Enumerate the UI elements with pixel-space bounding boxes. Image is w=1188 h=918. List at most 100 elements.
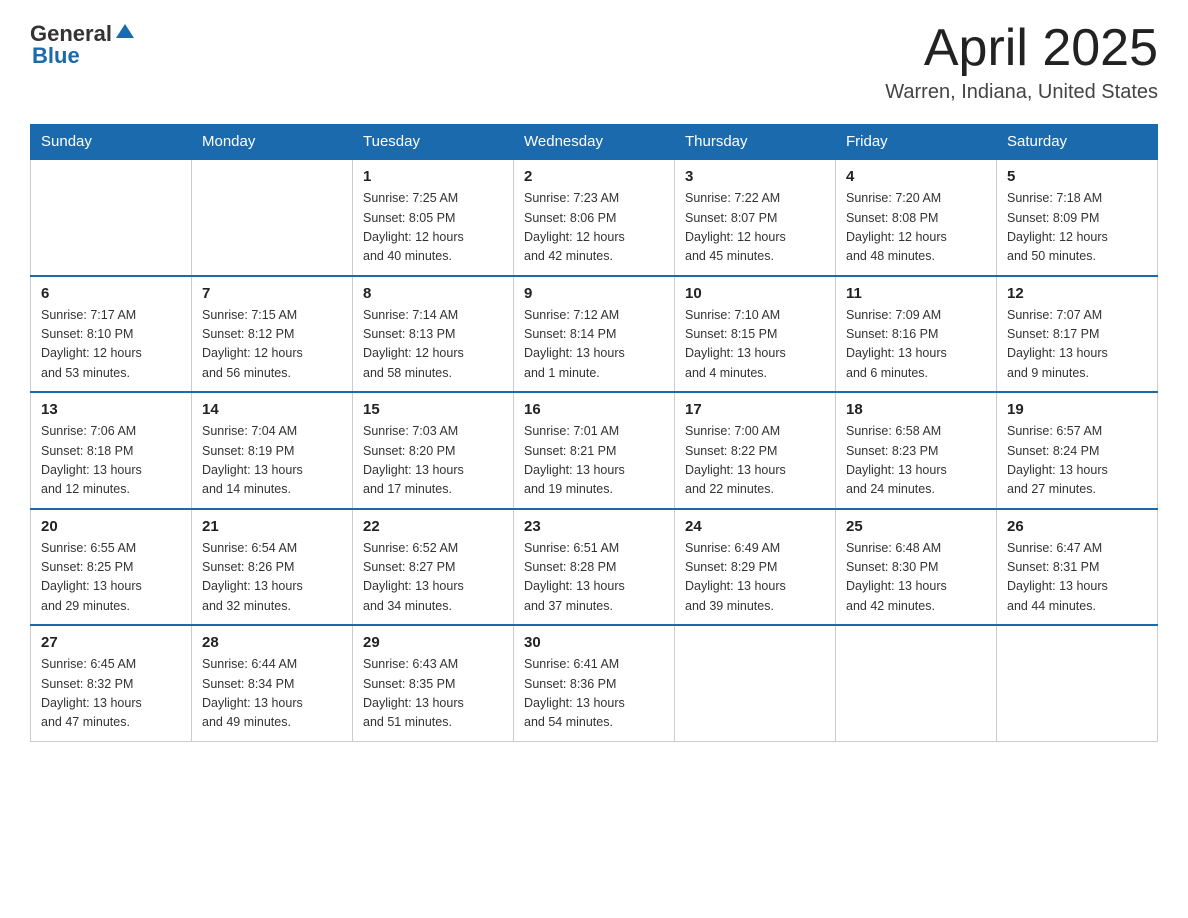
day-number: 4 xyxy=(846,168,986,185)
day-header-wednesday: Wednesday xyxy=(514,125,675,160)
day-number: 28 xyxy=(202,634,342,651)
calendar-cell: 10 Sunrise: 7:10 AMSunset: 8:15 PMDayligh… xyxy=(675,276,836,393)
day-number: 6 xyxy=(41,285,181,302)
calendar-cell: 24Sunrise: 6:49 AMSunset: 8:29 PMDayligh… xyxy=(675,509,836,626)
day-info: Sunrise: 7:07 AMSunset: 8:17 PMDaylight:… xyxy=(1007,306,1147,384)
day-info: Sunrise: 6:41 AMSunset: 8:36 PMDaylight:… xyxy=(524,655,664,733)
calendar-cell: 11Sunrise: 7:09 AMSunset: 8:16 PMDayligh… xyxy=(836,276,997,393)
day-info: Sunrise: 7:14 AMSunset: 8:13 PMDaylight:… xyxy=(363,306,503,384)
day-info: Sunrise: 6:49 AMSunset: 8:29 PMDaylight:… xyxy=(685,539,825,617)
day-info: Sunrise: 7:09 AMSunset: 8:16 PMDaylight:… xyxy=(846,306,986,384)
calendar-cell: 4Sunrise: 7:20 AMSunset: 8:08 PMDaylight… xyxy=(836,159,997,276)
day-info: Sunrise: 6:44 AMSunset: 8:34 PMDaylight:… xyxy=(202,655,342,733)
day-number: 29 xyxy=(363,634,503,651)
day-number: 26 xyxy=(1007,518,1147,535)
calendar-cell: 5Sunrise: 7:18 AMSunset: 8:09 PMDaylight… xyxy=(997,159,1158,276)
calendar-cell: 23 Sunrise: 6:51 AMSunset: 8:28 PMDayligh… xyxy=(514,509,675,626)
day-info: Sunrise: 6:52 AMSunset: 8:27 PMDaylight:… xyxy=(363,539,503,617)
day-info: Sunrise: 6:51 AMSunset: 8:28 PMDaylight:… xyxy=(524,539,664,617)
month-title: April 2025 xyxy=(885,20,1158,77)
calendar-cell xyxy=(997,625,1158,741)
week-row-2: 6 Sunrise: 7:17 AMSunset: 8:10 PMDaylight… xyxy=(31,276,1158,393)
day-info: Sunrise: 6:58 AMSunset: 8:23 PMDaylight:… xyxy=(846,422,986,500)
calendar-cell: 17Sunrise: 7:00 AMSunset: 8:22 PMDayligh… xyxy=(675,392,836,509)
calendar-cell: 6 Sunrise: 7:17 AMSunset: 8:10 PMDaylight… xyxy=(31,276,192,393)
calendar-cell: 20 Sunrise: 6:55 AMSunset: 8:25 PMDayligh… xyxy=(31,509,192,626)
calendar-cell: 3Sunrise: 7:22 AMSunset: 8:07 PMDaylight… xyxy=(675,159,836,276)
calendar-cell xyxy=(31,159,192,276)
day-number: 21 xyxy=(202,518,342,535)
day-number: 10 xyxy=(685,285,825,302)
calendar-cell: 16 Sunrise: 7:01 AMSunset: 8:21 PMDayligh… xyxy=(514,392,675,509)
day-number: 16 xyxy=(524,401,664,418)
calendar-table: SundayMondayTuesdayWednesdayThursdayFrid… xyxy=(30,124,1158,742)
day-info: Sunrise: 6:54 AMSunset: 8:26 PMDaylight:… xyxy=(202,539,342,617)
day-info: Sunrise: 7:10 AMSunset: 8:15 PMDaylight:… xyxy=(685,306,825,384)
calendar-cell: 21 Sunrise: 6:54 AMSunset: 8:26 PMDayligh… xyxy=(192,509,353,626)
day-info: Sunrise: 7:23 AMSunset: 8:06 PMDaylight:… xyxy=(524,189,664,267)
day-info: Sunrise: 7:17 AMSunset: 8:10 PMDaylight:… xyxy=(41,306,181,384)
day-number: 23 xyxy=(524,518,664,535)
calendar-cell: 13 Sunrise: 7:06 AMSunset: 8:18 PMDayligh… xyxy=(31,392,192,509)
day-number: 30 xyxy=(524,634,664,651)
day-number: 8 xyxy=(363,285,503,302)
calendar-cell: 15Sunrise: 7:03 AMSunset: 8:20 PMDayligh… xyxy=(353,392,514,509)
calendar-cell: 2Sunrise: 7:23 AMSunset: 8:06 PMDaylight… xyxy=(514,159,675,276)
calendar-header-row: SundayMondayTuesdayWednesdayThursdayFrid… xyxy=(31,125,1158,160)
week-row-3: 13 Sunrise: 7:06 AMSunset: 8:18 PMDayligh… xyxy=(31,392,1158,509)
day-header-friday: Friday xyxy=(836,125,997,160)
calendar-cell: 14Sunrise: 7:04 AMSunset: 8:19 PMDayligh… xyxy=(192,392,353,509)
calendar-cell: 26 Sunrise: 6:47 AMSunset: 8:31 PMDayligh… xyxy=(997,509,1158,626)
title-area: April 2025 Warren, Indiana, United State… xyxy=(885,20,1158,104)
calendar-cell: 12 Sunrise: 7:07 AMSunset: 8:17 PMDayligh… xyxy=(997,276,1158,393)
day-number: 22 xyxy=(363,518,503,535)
day-number: 1 xyxy=(363,168,503,185)
week-row-4: 20 Sunrise: 6:55 AMSunset: 8:25 PMDayligh… xyxy=(31,509,1158,626)
day-info: Sunrise: 7:25 AMSunset: 8:05 PMDaylight:… xyxy=(363,189,503,267)
calendar-cell: 22 Sunrise: 6:52 AMSunset: 8:27 PMDayligh… xyxy=(353,509,514,626)
calendar-cell: 29 Sunrise: 6:43 AMSunset: 8:35 PMDayligh… xyxy=(353,625,514,741)
day-number: 5 xyxy=(1007,168,1147,185)
calendar-cell: 7 Sunrise: 7:15 AMSunset: 8:12 PMDaylight… xyxy=(192,276,353,393)
calendar-cell: 27 Sunrise: 6:45 AMSunset: 8:32 PMDayligh… xyxy=(31,625,192,741)
day-number: 9 xyxy=(524,285,664,302)
day-number: 25 xyxy=(846,518,986,535)
day-number: 19 xyxy=(1007,401,1147,418)
day-number: 17 xyxy=(685,401,825,418)
day-info: Sunrise: 7:06 AMSunset: 8:18 PMDaylight:… xyxy=(41,422,181,500)
day-header-sunday: Sunday xyxy=(31,125,192,160)
calendar-cell xyxy=(836,625,997,741)
calendar-cell xyxy=(675,625,836,741)
day-number: 12 xyxy=(1007,285,1147,302)
day-number: 20 xyxy=(41,518,181,535)
calendar-cell: 8 Sunrise: 7:14 AMSunset: 8:13 PMDaylight… xyxy=(353,276,514,393)
day-info: Sunrise: 6:45 AMSunset: 8:32 PMDaylight:… xyxy=(41,655,181,733)
calendar-cell xyxy=(192,159,353,276)
day-header-monday: Monday xyxy=(192,125,353,160)
day-info: Sunrise: 6:57 AMSunset: 8:24 PMDaylight:… xyxy=(1007,422,1147,500)
day-number: 18 xyxy=(846,401,986,418)
week-row-5: 27 Sunrise: 6:45 AMSunset: 8:32 PMDayligh… xyxy=(31,625,1158,741)
day-info: Sunrise: 6:55 AMSunset: 8:25 PMDaylight:… xyxy=(41,539,181,617)
day-header-thursday: Thursday xyxy=(675,125,836,160)
calendar-cell: 25Sunrise: 6:48 AMSunset: 8:30 PMDayligh… xyxy=(836,509,997,626)
day-info: Sunrise: 7:04 AMSunset: 8:19 PMDaylight:… xyxy=(202,422,342,500)
day-info: Sunrise: 7:15 AMSunset: 8:12 PMDaylight:… xyxy=(202,306,342,384)
calendar-cell: 30 Sunrise: 6:41 AMSunset: 8:36 PMDayligh… xyxy=(514,625,675,741)
day-info: Sunrise: 6:43 AMSunset: 8:35 PMDaylight:… xyxy=(363,655,503,733)
logo: General Blue xyxy=(30,20,136,69)
calendar-cell: 28 Sunrise: 6:44 AMSunset: 8:34 PMDayligh… xyxy=(192,625,353,741)
calendar-cell: 1 Sunrise: 7:25 AMSunset: 8:05 PMDaylight… xyxy=(353,159,514,276)
day-number: 13 xyxy=(41,401,181,418)
day-info: Sunrise: 7:01 AMSunset: 8:21 PMDaylight:… xyxy=(524,422,664,500)
day-header-tuesday: Tuesday xyxy=(353,125,514,160)
logo-blue-text: Blue xyxy=(32,43,80,69)
header: General Blue April 2025 Warren, Indiana,… xyxy=(30,20,1158,104)
calendar-cell: 18 Sunrise: 6:58 AMSunset: 8:23 PMDayligh… xyxy=(836,392,997,509)
calendar-cell: 9Sunrise: 7:12 AMSunset: 8:14 PMDaylight… xyxy=(514,276,675,393)
week-row-1: 1 Sunrise: 7:25 AMSunset: 8:05 PMDaylight… xyxy=(31,159,1158,276)
day-info: Sunrise: 6:47 AMSunset: 8:31 PMDaylight:… xyxy=(1007,539,1147,617)
day-number: 7 xyxy=(202,285,342,302)
day-number: 27 xyxy=(41,634,181,651)
location-title: Warren, Indiana, United States xyxy=(885,81,1158,104)
